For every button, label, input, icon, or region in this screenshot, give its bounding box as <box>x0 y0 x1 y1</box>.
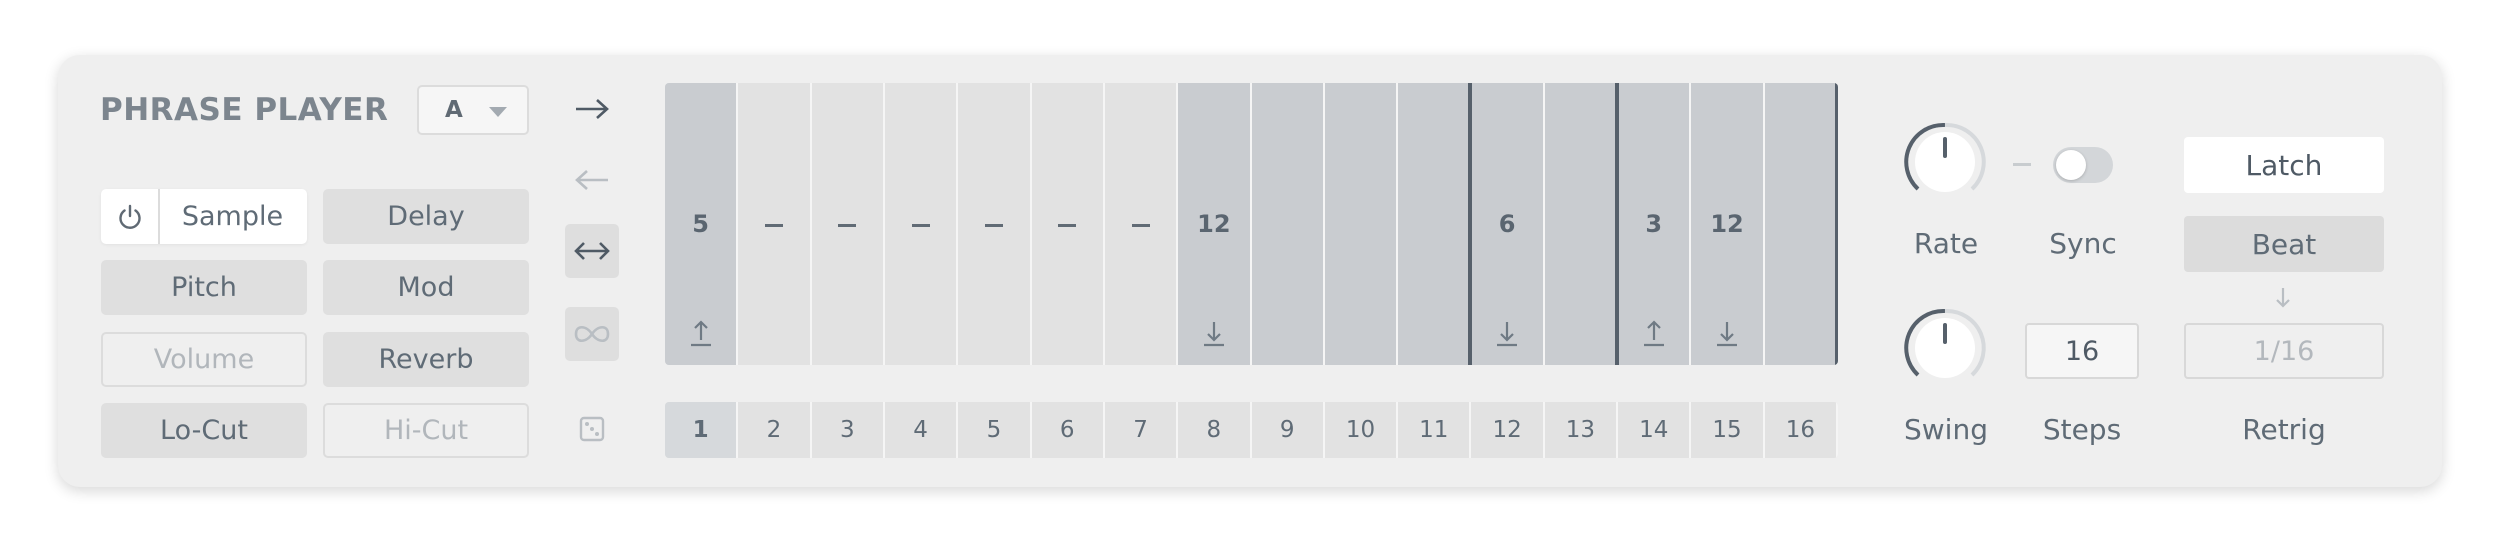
pingpong-mode-button[interactable] <box>565 224 619 278</box>
sample-button[interactable]: Sample <box>101 189 307 244</box>
reverse-mode-button[interactable] <box>565 153 619 207</box>
step-dash <box>1058 224 1077 227</box>
steps-label: Steps <box>2042 413 2122 446</box>
toggle-knob <box>2056 150 2086 180</box>
retrigger-up-icon <box>1640 318 1668 350</box>
step-dash <box>764 224 783 227</box>
step-value: 3 <box>1645 210 1663 238</box>
loop-mode-button[interactable] <box>565 307 619 361</box>
step-number[interactable]: 10 <box>1325 402 1399 458</box>
step-number[interactable]: 11 <box>1398 402 1472 458</box>
retrigger-down-icon <box>1713 318 1741 350</box>
retrig-division[interactable]: 1/16 <box>2184 323 2384 379</box>
sequencer-step[interactable]: 6 <box>1471 83 1545 365</box>
sync-toggle[interactable] <box>2053 147 2113 183</box>
step-number[interactable]: 5 <box>958 402 1032 458</box>
region-divider[interactable] <box>1615 83 1620 365</box>
sequencer-step[interactable] <box>1324 83 1399 365</box>
arrow-right-icon <box>576 99 609 119</box>
step-number[interactable]: 2 <box>738 402 812 458</box>
step-dash <box>838 224 857 227</box>
panel-title: PHRASE PLAYER <box>100 92 389 128</box>
step-number-row: 1 2 3 4 5 6 7 8 9 10 11 12 13 14 15 16 <box>665 402 1838 458</box>
random-mode-button[interactable] <box>565 402 619 456</box>
sequencer-step[interactable] <box>1251 83 1325 365</box>
sequencer-step[interactable] <box>885 83 959 365</box>
sequencer-step[interactable] <box>1398 83 1472 365</box>
arrow-down-icon <box>2273 286 2293 310</box>
step-sequencer[interactable]: 5 12 6 3 12 <box>665 83 1838 365</box>
retrig-label: Retrig <box>2242 413 2326 446</box>
step-number[interactable]: 14 <box>1618 402 1692 458</box>
mod-button[interactable]: Mod <box>323 260 529 315</box>
step-value: 12 <box>1710 210 1744 238</box>
step-number[interactable]: 7 <box>1105 402 1179 458</box>
sync-label: Sync <box>2049 227 2117 260</box>
retrigger-up-icon <box>687 318 715 350</box>
sequencer-step[interactable]: 5 <box>665 83 739 365</box>
swing-label: Swing <box>1904 413 1988 446</box>
region-divider[interactable] <box>1468 83 1473 365</box>
step-dash <box>1131 224 1150 227</box>
sequencer-step[interactable]: 12 <box>1691 83 1765 365</box>
dice-icon <box>579 416 605 442</box>
step-number[interactable]: 1 <box>665 402 739 458</box>
region-divider[interactable] <box>1835 83 1838 365</box>
reverb-button[interactable]: Reverb <box>323 332 529 387</box>
step-number[interactable]: 8 <box>1178 402 1252 458</box>
infinity-icon <box>574 325 610 343</box>
step-number[interactable]: 15 <box>1691 402 1765 458</box>
step-number[interactable]: 12 <box>1471 402 1545 458</box>
pitch-button[interactable]: Pitch <box>101 260 307 315</box>
step-value: 6 <box>1498 210 1516 238</box>
sequencer-step[interactable] <box>1544 83 1619 365</box>
sequencer-step[interactable] <box>958 83 1032 365</box>
hicut-button[interactable]: Hi-Cut <box>323 403 529 458</box>
delay-button[interactable]: Delay <box>323 189 529 244</box>
sync-dash <box>2013 163 2031 166</box>
step-number[interactable]: 16 <box>1765 402 1838 458</box>
sequencer-step[interactable]: 12 <box>1178 83 1252 365</box>
sequencer-step[interactable] <box>1032 83 1105 365</box>
arrow-left-icon <box>575 170 608 190</box>
latch-button[interactable]: Latch <box>2184 137 2384 193</box>
sequencer-step[interactable] <box>1105 83 1179 365</box>
step-number[interactable]: 3 <box>812 402 885 458</box>
volume-button[interactable]: Volume <box>101 332 307 387</box>
step-value: 5 <box>692 210 709 238</box>
chevron-down-icon <box>489 107 507 117</box>
sequencer-step[interactable] <box>812 83 885 365</box>
step-value: 12 <box>1197 210 1231 238</box>
swing-knob[interactable] <box>1902 305 1988 391</box>
step-dash <box>911 224 930 227</box>
sample-label: Sample <box>181 201 284 232</box>
power-icon[interactable] <box>101 189 160 244</box>
sequencer-step[interactable] <box>1764 83 1838 365</box>
rate-knob[interactable] <box>1902 119 1988 205</box>
preset-value: A <box>445 97 463 123</box>
preset-dropdown[interactable]: A <box>417 85 529 135</box>
sequencer-step[interactable] <box>738 83 812 365</box>
retrigger-down-icon <box>1200 318 1228 350</box>
step-number[interactable]: 13 <box>1545 402 1619 458</box>
step-dash <box>984 224 1003 227</box>
rate-label: Rate <box>1913 227 1979 260</box>
step-number[interactable]: 6 <box>1032 402 1105 458</box>
arrow-left-right-icon <box>574 242 610 260</box>
sequencer-step[interactable]: 3 <box>1618 83 1692 365</box>
retrigger-down-icon <box>1493 318 1521 350</box>
step-number[interactable]: 4 <box>885 402 959 458</box>
step-number[interactable]: 9 <box>1252 402 1325 458</box>
locut-button[interactable]: Lo-Cut <box>101 403 307 458</box>
beat-button[interactable]: Beat <box>2184 216 2384 272</box>
forward-mode-button[interactable] <box>565 82 619 136</box>
steps-input[interactable]: 16 <box>2025 323 2139 379</box>
